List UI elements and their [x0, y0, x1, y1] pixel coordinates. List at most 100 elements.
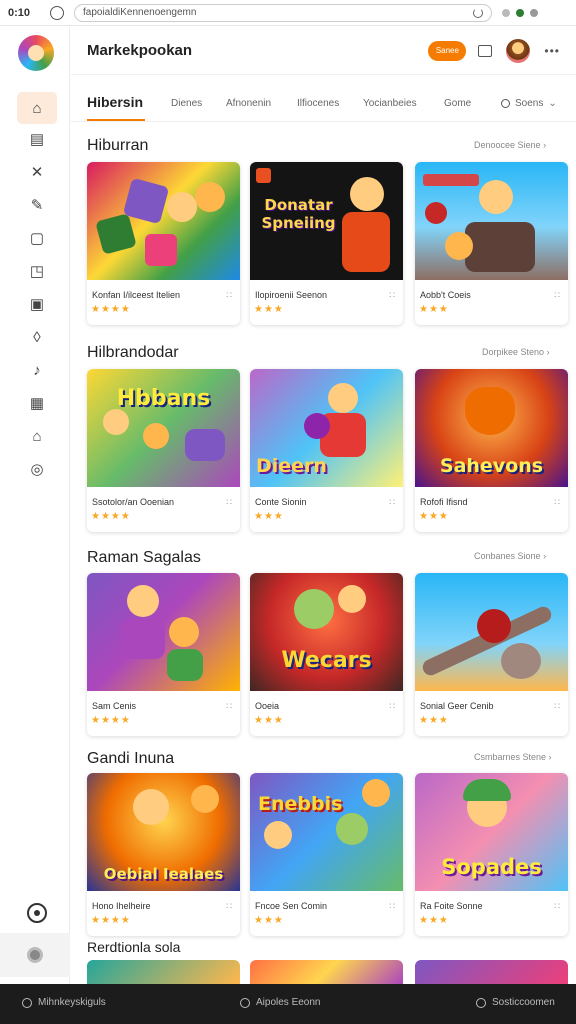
tray-icon[interactable] [502, 8, 510, 17]
settings-area[interactable] [0, 933, 70, 977]
card-menu-icon[interactable]: ∷ [226, 497, 232, 508]
sidebar-item-home[interactable]: ⌂ [17, 92, 57, 124]
home-icon: ⌂ [32, 99, 42, 117]
banner-icon [423, 174, 479, 186]
card-menu-icon[interactable]: ∷ [554, 497, 560, 508]
section-title: Hilbrandodar [87, 344, 179, 361]
history-icon[interactable] [50, 5, 64, 20]
bottom-label: Mihnkeyskiguls [38, 997, 106, 1008]
extension-icon[interactable] [516, 8, 524, 17]
sidebar-item-tag[interactable]: ◊ [17, 321, 57, 353]
game-card[interactable]: Hbbans Ssotolor/an Ooenian ∷ ★★★★ [87, 369, 240, 532]
character-face [338, 585, 366, 613]
card-menu-icon[interactable]: ∷ [226, 701, 232, 712]
game-card[interactable]: Aobb't Coeis ∷ ★★★ [415, 162, 568, 325]
rating-stars: ★★★★ [91, 304, 131, 315]
game-thumbnail: Sopades [415, 773, 568, 891]
card-menu-icon[interactable]: ∷ [226, 290, 232, 301]
header-action-button[interactable]: Sanee [428, 40, 467, 61]
tab-search[interactable]: Soens ⌄ [501, 98, 557, 109]
game-card[interactable]: Sam Cenis ∷ ★★★★ [87, 573, 240, 736]
section-link-label: Dorpikee Steno [482, 347, 545, 357]
sidebar-item-awards[interactable]: ◎ [17, 453, 57, 485]
sidebar-item-gallery[interactable]: ▣ [17, 288, 57, 320]
card-menu-icon[interactable]: ∷ [554, 901, 560, 912]
card-menu-icon[interactable]: ∷ [226, 901, 232, 912]
tools-icon: ✕ [30, 164, 44, 181]
gear-icon [27, 947, 43, 963]
clock: 0:10 [8, 6, 31, 19]
bottom-item-center[interactable]: Aipoles Eeonn [240, 997, 321, 1008]
character-face [350, 177, 384, 211]
game-card[interactable] [250, 960, 403, 984]
game-title: Sam Cenis [92, 701, 137, 711]
game-card[interactable]: Sonial Geer Cenib ∷ ★★★ [415, 573, 568, 736]
rating-stars: ★★★ [254, 304, 284, 315]
avatar[interactable] [506, 38, 531, 63]
game-card[interactable]: Donatar Spneiing Ilopiroenii Seenon ∷ ★★… [250, 162, 403, 325]
card-menu-icon[interactable]: ∷ [389, 497, 395, 508]
sidebar-item-files[interactable]: ▤ [17, 123, 57, 155]
creature-face [465, 387, 515, 435]
tab-item[interactable]: Gome [444, 98, 471, 109]
bottom-item-left[interactable]: Mihnkeyskiguls [22, 997, 106, 1008]
ball-shape [304, 413, 330, 439]
section-link[interactable]: Conbanes Sione › [474, 551, 546, 561]
card-menu-icon[interactable]: ∷ [554, 701, 560, 712]
game-title: Rofofi Ifisnd [420, 497, 468, 507]
section-link[interactable]: Csmbarnes Stene › [474, 752, 552, 762]
page-title: Markekpookan [87, 42, 193, 59]
sidebar-item-library[interactable]: ⌂ [17, 420, 57, 452]
game-card[interactable]: Sopades Ra Foite Sonne ∷ ★★★ [415, 773, 568, 936]
disc-icon[interactable] [27, 903, 47, 923]
game-card[interactable]: Dieern Conte Sionin ∷ ★★★ [250, 369, 403, 532]
bottom-item-right[interactable]: Sosticcoomen [476, 997, 555, 1008]
app-logo-icon[interactable] [18, 35, 54, 71]
card-menu-icon[interactable]: ∷ [389, 901, 395, 912]
game-card[interactable]: Sahevons Rofofi Ifisnd ∷ ★★★ [415, 369, 568, 532]
character-face [445, 232, 473, 260]
url-bar[interactable]: fapoialdiKennenoengemn [74, 3, 492, 22]
search-icon [501, 99, 510, 108]
game-card[interactable]: Enebbis Fncoe Sen Comin ∷ ★★★ [250, 773, 403, 936]
more-icon[interactable]: ••• [544, 44, 560, 58]
sidebar-item-media[interactable]: ◳ [17, 255, 57, 287]
extension-icon[interactable] [530, 8, 538, 17]
character-body [167, 649, 203, 681]
sidebar-item-store[interactable]: ▦ [17, 387, 57, 419]
refresh-icon[interactable] [473, 7, 483, 18]
character-face [328, 383, 358, 413]
character-face [479, 180, 513, 214]
rating-stars: ★★★ [254, 715, 284, 726]
card-menu-icon[interactable]: ∷ [389, 701, 395, 712]
card-menu-icon[interactable]: ∷ [554, 290, 560, 301]
shield-icon [476, 997, 486, 1008]
sidebar-item-edit[interactable]: ✎ [17, 189, 57, 221]
sidebar-item-docs[interactable]: ▢ [17, 222, 57, 254]
sidebar-item-music[interactable]: ♪ [17, 354, 57, 386]
tab-active[interactable]: Hibersin [87, 94, 143, 110]
game-thumbnail [415, 573, 568, 691]
tab-item[interactable]: Ilfiocenes [297, 98, 339, 109]
game-card[interactable] [87, 960, 240, 984]
rating-stars: ★★★★ [91, 511, 131, 522]
chevron-down-icon: ⌄ [548, 98, 557, 109]
game-card[interactable]: Oebial Iealaes Hono Ihelheire ∷ ★★★★ [87, 773, 240, 936]
sidebar-item-tools[interactable]: ✕ [17, 156, 57, 188]
card-menu-icon[interactable]: ∷ [389, 290, 395, 301]
tab-item[interactable]: Afnonenin [226, 98, 271, 109]
section-link[interactable]: Denoocee Siene › [474, 140, 546, 150]
game-card[interactable]: Wecars Ooeia ∷ ★★★ [250, 573, 403, 736]
game-title: Ooeia [255, 701, 280, 711]
window-icon[interactable] [478, 44, 493, 57]
game-card[interactable] [415, 960, 568, 984]
section-link[interactable]: Dorpikee Steno › [482, 347, 550, 357]
game-art-title: Wecars [281, 648, 372, 673]
tab-item[interactable]: Yocianbeies [363, 98, 417, 109]
bottom-label: Sosticcoomen [492, 997, 555, 1008]
rating-stars: ★★★ [254, 511, 284, 522]
tab-item[interactable]: Dienes [171, 98, 202, 109]
store-icon: ▦ [29, 395, 45, 412]
game-card[interactable]: Konfan I/ilceest Itelien ∷ ★★★★ [87, 162, 240, 325]
game-title: Ra Foite Sonne [420, 901, 483, 911]
